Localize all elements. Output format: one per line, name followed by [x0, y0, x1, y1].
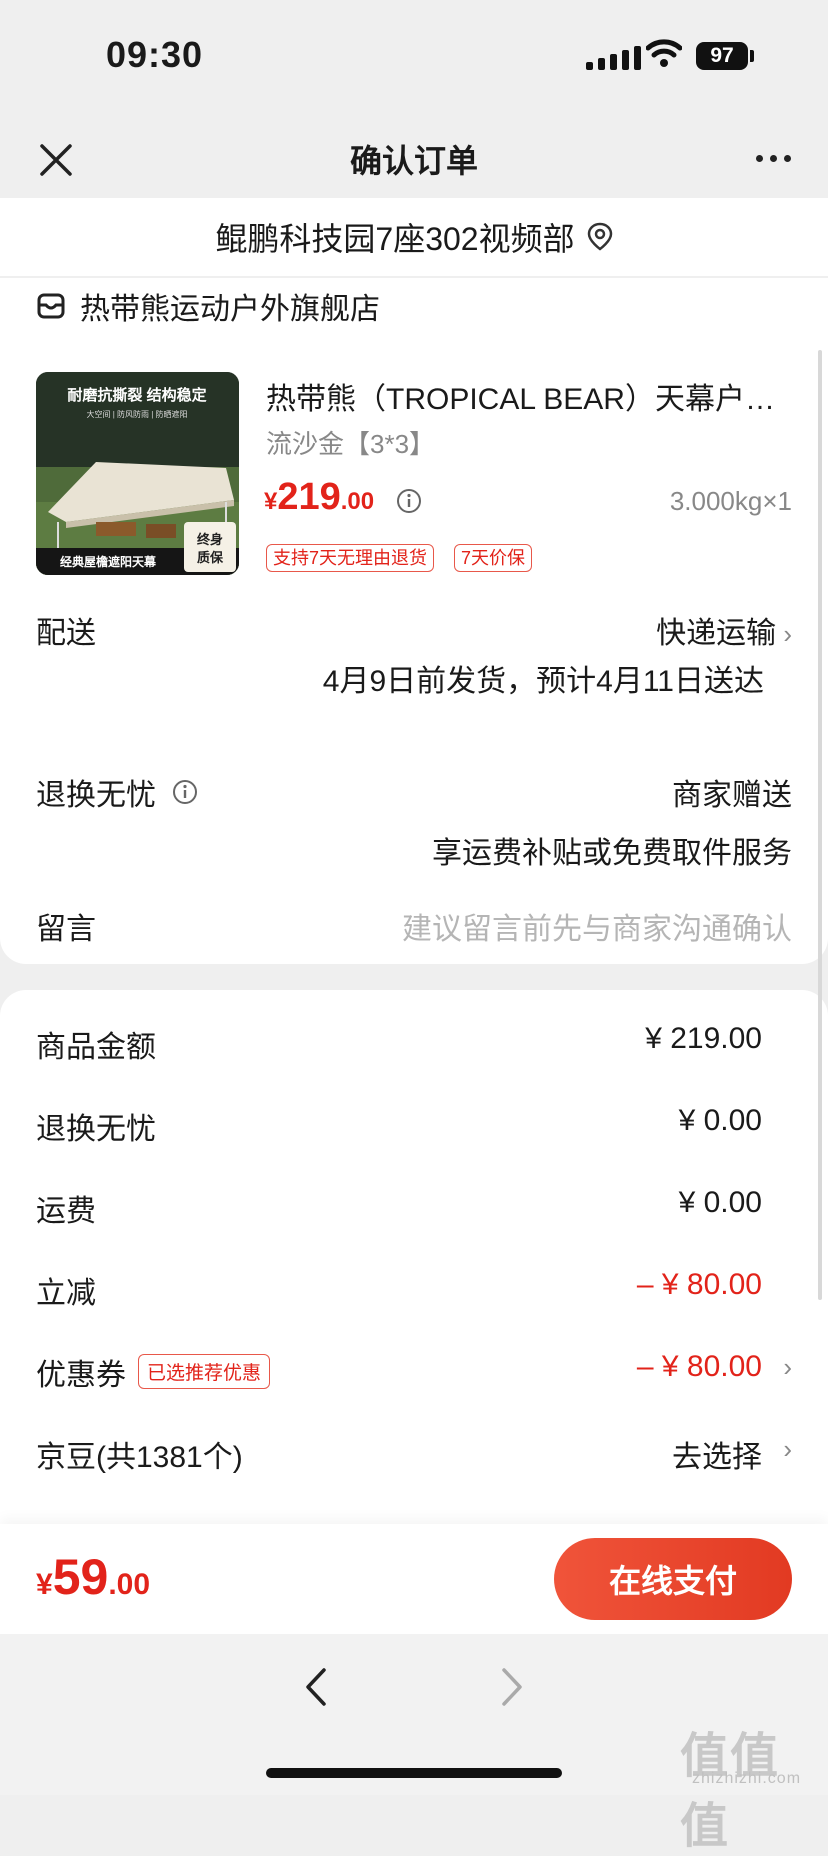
message-label: 留言 — [36, 913, 96, 946]
location-pin-icon — [587, 222, 612, 251]
watermark-url: zhizhizhi.com — [692, 1770, 802, 1787]
scrollbar[interactable] — [818, 350, 822, 1300]
address-bar[interactable]: 鲲鹏科技园7座302视频部 — [0, 198, 828, 276]
battery-cap — [750, 50, 754, 62]
page-title: 确认订单 — [349, 143, 478, 179]
delivery-method[interactable]: 快递运输 › — [656, 608, 792, 652]
summary-value-coupon[interactable]: – ¥ 80.00 — [637, 1350, 762, 1384]
image-footer: 经典屋檐遮阳天幕 — [60, 554, 157, 569]
image-badge-line2: 质保 — [197, 550, 224, 565]
image-headline: 耐磨抗撕裂 结构稳定 — [67, 386, 206, 404]
summary-label-return: 退换无忧 — [36, 1113, 156, 1146]
store-name: 热带熊运动户外旗舰店 — [80, 293, 380, 326]
price-info-icon[interactable] — [396, 488, 422, 514]
summary-label-coupon: 优惠券 — [36, 1359, 126, 1392]
summary-value-beans[interactable]: 去选择 — [672, 1432, 762, 1476]
status-time: 09:30 — [106, 34, 204, 75]
summary-value-discount: – ¥ 80.00 — [636, 1268, 762, 1301]
home-indicator[interactable] — [266, 1768, 562, 1778]
return-service-value: 商家赠送 — [672, 779, 792, 812]
back-arrow-icon[interactable] — [300, 1664, 332, 1710]
chevron-right-icon: › — [776, 619, 792, 649]
return-service-row: 退换无忧 — [36, 770, 198, 814]
price-protect-tag: 7天价保 — [454, 544, 533, 572]
more-icon[interactable] — [756, 155, 791, 162]
coupon-badge: 已选推荐优惠 — [138, 1354, 271, 1389]
store-icon — [37, 293, 65, 319]
summary-label-discount: 立减 — [36, 1277, 96, 1310]
message-input[interactable]: 建议留言前先与商家沟通确认 — [402, 904, 792, 948]
total-amount: ¥59.00 — [36, 1549, 151, 1605]
summary-value-shipping: ¥ 0.00 — [678, 1186, 762, 1219]
forward-arrow-icon[interactable] — [496, 1664, 528, 1710]
summary-label-goods: 商品金额 — [36, 1031, 156, 1064]
product-title[interactable]: 热带熊（TROPICAL BEAR）天幕户外... — [266, 374, 796, 418]
summary-value-return: ¥ 0.00 — [678, 1104, 762, 1137]
weight-quantity: 3.000kg×1 — [669, 486, 792, 516]
return-service-desc: 享运费补贴或免费取件服务 — [432, 837, 792, 870]
return-policy-tag: 支持7天无理由退货 — [266, 544, 435, 572]
cellular-signal-icon — [586, 44, 641, 70]
coupon-chevron-icon[interactable]: › — [783, 1352, 792, 1383]
image-badge-line1: 终身 — [197, 532, 223, 547]
summary-label-beans: 京豆(共1381个) — [36, 1441, 243, 1474]
delivery-label: 配送 — [36, 617, 96, 650]
product-image[interactable]: 耐磨抗撕裂 结构稳定 大空间 | 防风防雨 | 防晒遮阳 经典屋檐遮阳天幕 终身… — [36, 372, 239, 575]
wifi-icon — [646, 39, 682, 67]
pay-online-button[interactable]: 在线支付 — [554, 1538, 792, 1620]
address-text: 鲲鹏科技园7座302视频部 — [215, 221, 575, 257]
image-subline: 大空间 | 防风防雨 | 防晒遮阳 — [86, 409, 187, 419]
return-info-icon[interactable] — [172, 779, 198, 805]
delivery-eta: 4月9日前发货，预计4月11日送达 — [322, 665, 764, 698]
summary-label-shipping: 运费 — [36, 1195, 96, 1228]
return-service-label: 退换无忧 — [36, 779, 156, 812]
summary-value-goods: ¥ 219.00 — [645, 1022, 762, 1055]
product-price: ¥219.00 — [264, 476, 375, 518]
battery-icon: 97 — [696, 42, 748, 70]
product-variant[interactable]: 流沙金【3*3】 — [266, 424, 435, 461]
beans-chevron-icon[interactable]: › — [783, 1434, 792, 1465]
store-row[interactable]: 热带熊运动户外旗舰店 — [36, 284, 380, 328]
